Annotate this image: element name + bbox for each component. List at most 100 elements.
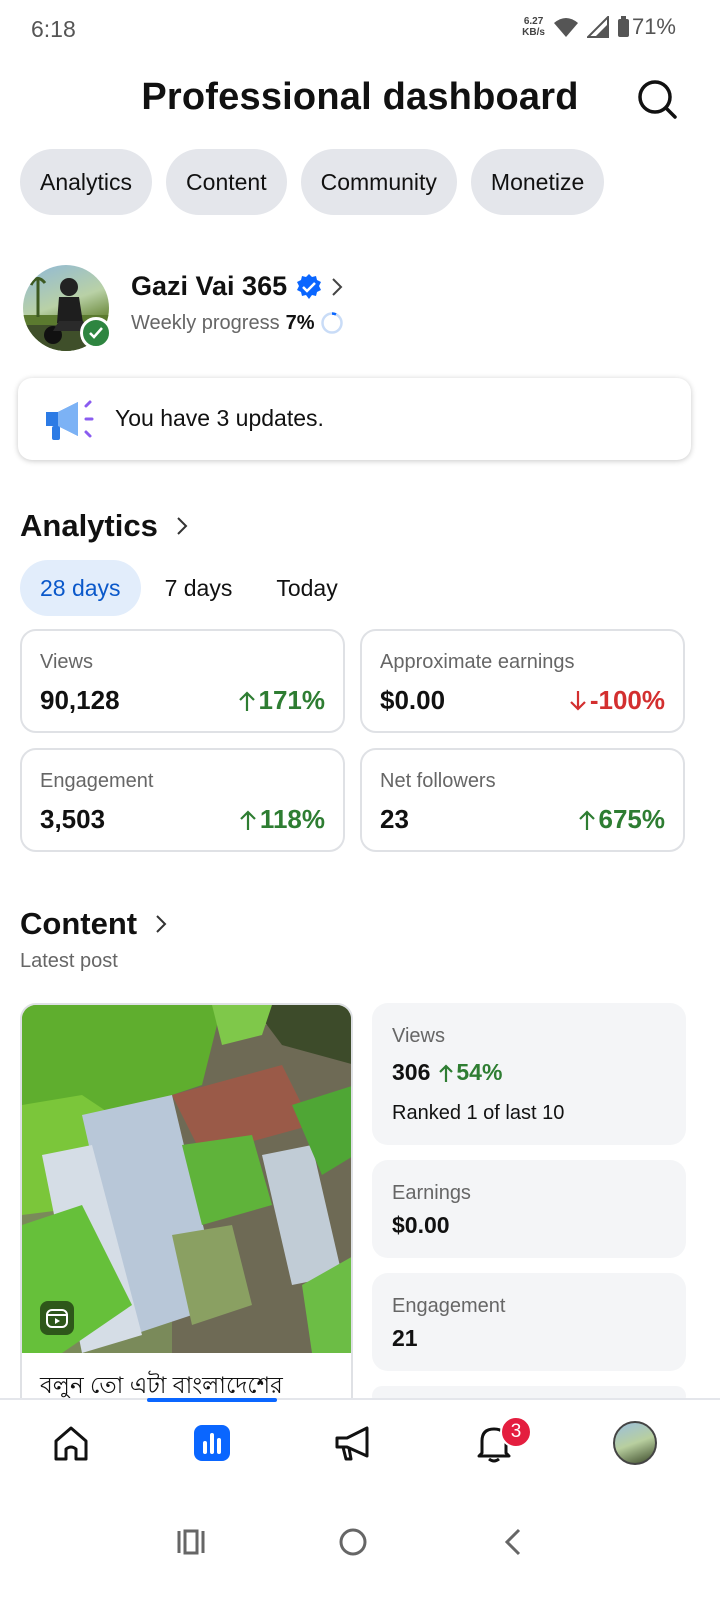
tab-analytics[interactable]: Analytics	[20, 149, 153, 215]
arrow-up-icon	[240, 809, 256, 830]
latest-post-card[interactable]: বলুন তো এটা বাংলাদেশের	[20, 1003, 353, 1423]
range-7-days[interactable]: 7 days	[145, 560, 253, 616]
active-tab-indicator	[147, 1398, 277, 1402]
battery-indicator: 71%	[617, 14, 676, 40]
post-earnings-card[interactable]: Earnings $0.00	[372, 1160, 686, 1258]
progress-ring-icon	[321, 312, 344, 334]
profile-avatar	[613, 1421, 657, 1465]
metric-change-value: 118%	[259, 804, 325, 834]
post-views-change-value: 54%	[456, 1059, 503, 1085]
range-28-days[interactable]: 28 days	[20, 560, 141, 616]
nav-dashboard[interactable]	[187, 1418, 237, 1468]
post-earnings-label: Earnings	[392, 1182, 471, 1204]
search-button[interactable]	[636, 78, 678, 120]
updates-card[interactable]: You have 3 updates.	[18, 378, 691, 460]
home-icon	[54, 1426, 88, 1461]
nav-home[interactable]	[46, 1418, 96, 1468]
battery-icon	[617, 16, 629, 37]
post-views-rank: Ranked 1 of last 10	[392, 1102, 565, 1124]
wifi-icon	[553, 18, 578, 37]
metric-value: $0.00	[380, 685, 446, 715]
reel-icon	[40, 1301, 74, 1335]
analytics-section-header[interactable]: Analytics	[20, 508, 188, 544]
tab-content[interactable]: Content	[166, 149, 287, 215]
metric-label: Approximate earnings	[380, 651, 575, 673]
profile-name-row[interactable]: Gazi Vai 365	[131, 271, 343, 302]
latest-post-label: Latest post	[20, 950, 118, 972]
weekly-progress-value: 7%	[285, 311, 315, 334]
status-bar: 6:18 6.27 KB/s 71%	[0, 0, 720, 60]
post-engagement-value: 21	[392, 1325, 418, 1351]
nav-profile[interactable]	[610, 1418, 660, 1468]
megaphone-icon	[46, 400, 94, 440]
home-system-button[interactable]	[333, 1522, 373, 1562]
metric-change-value: 675%	[598, 804, 666, 834]
post-earnings-value: $0.00	[392, 1212, 450, 1238]
recent-apps-icon	[177, 1529, 205, 1555]
weekly-progress: Weekly progress 7%	[131, 311, 344, 335]
notification-badge: 3	[500, 1416, 532, 1448]
content-title: Content	[20, 906, 138, 941]
bottom-navigation: 3	[0, 1398, 720, 1490]
page-title: Professional dashboard	[141, 76, 579, 118]
arrow-up-icon	[238, 690, 255, 711]
home-circle-icon	[339, 1528, 367, 1556]
metric-value: 90,128	[40, 685, 120, 715]
analytics-title: Analytics	[20, 508, 158, 543]
metric-card-net-followers[interactable]: Net followers 23 675%	[360, 748, 685, 852]
metric-change: 171%	[238, 685, 326, 716]
post-views-label: Views	[392, 1025, 445, 1047]
date-range-tabs: 28 days 7 days Today	[20, 560, 358, 616]
post-engagement-label: Engagement	[392, 1295, 506, 1317]
status-indicators: 6.27 KB/s 71%	[522, 14, 676, 40]
arrow-up-icon	[578, 809, 595, 830]
weekly-progress-label: Weekly progress	[131, 311, 280, 334]
metric-value: 23	[380, 804, 409, 834]
verified-check-icon	[80, 317, 112, 349]
header: Professional dashboard	[0, 70, 720, 130]
post-views-change: 54%	[438, 1059, 502, 1086]
tab-community[interactable]: Community	[300, 149, 457, 215]
metric-label: Net followers	[380, 770, 496, 792]
metric-change-value: 171%	[258, 685, 326, 715]
battery-level: 71%	[631, 14, 676, 39]
arrow-up-icon	[439, 1063, 454, 1082]
back-button[interactable]	[493, 1522, 533, 1562]
profile-name: Gazi Vai 365	[131, 271, 288, 301]
network-speed-value: 6.27	[523, 16, 544, 27]
metric-value: 3,503	[40, 804, 106, 834]
metric-change: -100%	[569, 685, 665, 716]
network-speed-unit: KB/s	[522, 27, 545, 38]
metric-card-views[interactable]: Views 90,128 171%	[20, 629, 345, 733]
chevron-right-icon	[156, 915, 167, 933]
system-navigation-bar	[0, 1490, 720, 1600]
metric-label: Views	[40, 651, 93, 673]
dashboard-tabs: Analytics Content Community Monetize	[20, 149, 605, 215]
signal-icon	[586, 16, 609, 38]
network-speed: 6.27 KB/s	[522, 16, 545, 38]
nav-ads[interactable]	[328, 1418, 378, 1468]
range-today[interactable]: Today	[256, 560, 357, 616]
metric-change-value: -100%	[589, 685, 665, 715]
post-engagement-card[interactable]: Engagement 21	[372, 1273, 686, 1371]
dashboard-icon	[194, 1425, 230, 1461]
chevron-right-icon	[177, 517, 188, 535]
arrow-down-icon	[570, 690, 586, 711]
post-views-card[interactable]: Views 306 54% Ranked 1 of last 10	[372, 1003, 686, 1145]
metric-change: 675%	[578, 804, 666, 835]
profile-summary[interactable]: Gazi Vai 365 Weekly progress 7%	[23, 265, 703, 355]
tab-monetize[interactable]: Monetize	[470, 149, 605, 215]
metric-card-engagement[interactable]: Engagement 3,503 118%	[20, 748, 345, 852]
search-icon	[638, 80, 677, 119]
verified-badge-icon	[297, 273, 322, 299]
post-thumbnail[interactable]	[22, 1005, 351, 1353]
back-icon	[504, 1528, 521, 1556]
megaphone-icon	[335, 1426, 369, 1461]
metric-card-approximate-earnings[interactable]: Approximate earnings $0.00 -100%	[360, 629, 685, 733]
metric-label: Engagement	[40, 770, 154, 792]
recent-apps-button[interactable]	[171, 1522, 211, 1562]
updates-text: You have 3 updates.	[115, 405, 324, 431]
metric-change: 118%	[239, 804, 325, 835]
content-section-header[interactable]: Content	[20, 906, 167, 942]
post-thumbnail-image	[22, 1005, 351, 1353]
